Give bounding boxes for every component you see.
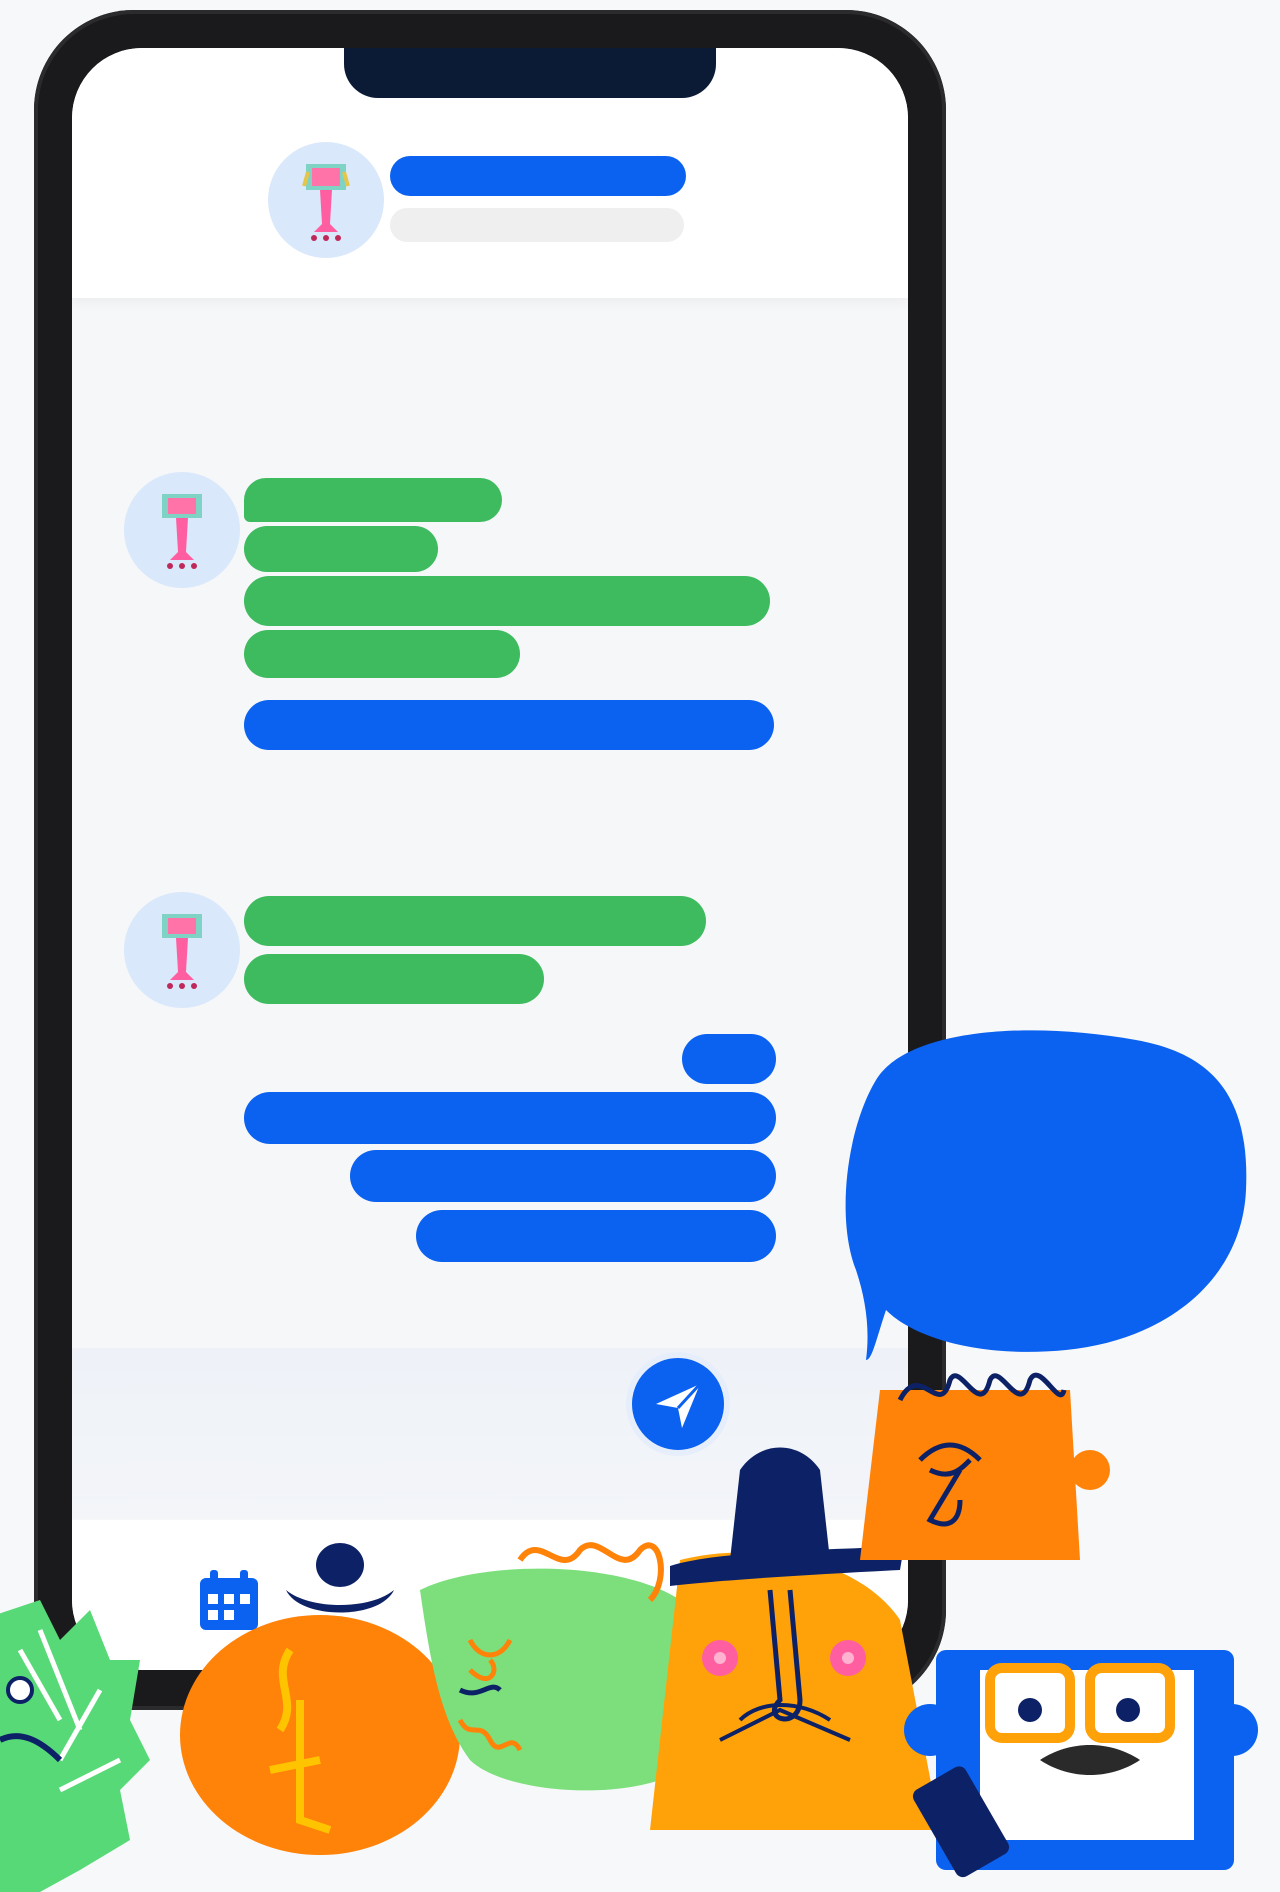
orange-hat-character: [180, 1543, 460, 1855]
characters-group: [0, 1372, 1258, 1892]
spiky-character: [0, 1600, 150, 1892]
green-character: [420, 1542, 694, 1791]
phone-notch: [344, 48, 716, 98]
blue-square-character: [904, 1650, 1258, 1878]
orange-face-character: [860, 1372, 1110, 1560]
illustration-stage: [0, 0, 1280, 1892]
